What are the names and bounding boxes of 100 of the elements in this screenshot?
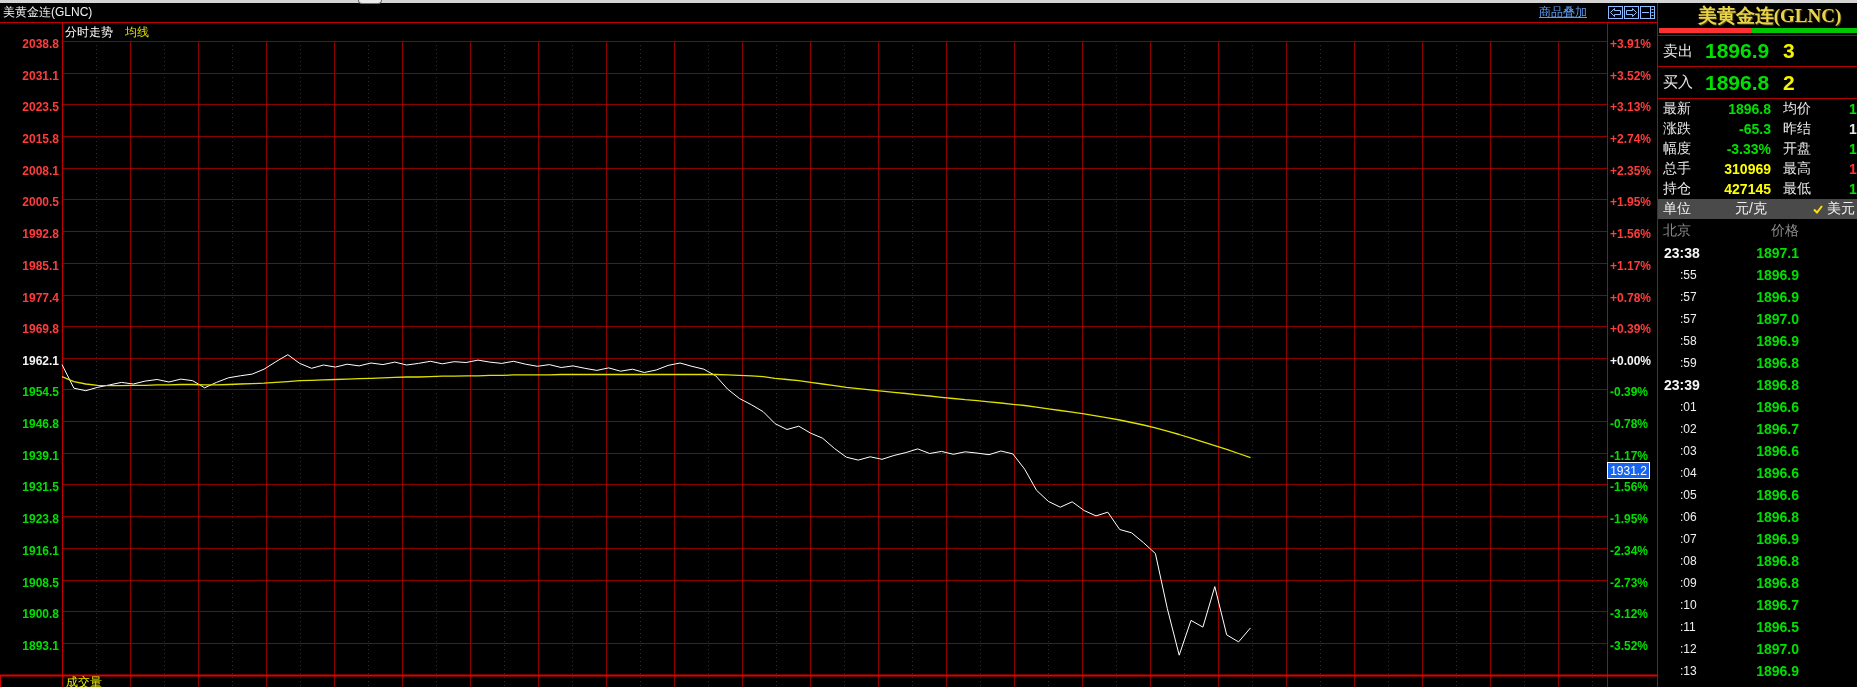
percent-axis-label: +1.95% <box>1610 194 1652 209</box>
percent-axis-label: -1.17% <box>1610 448 1649 463</box>
tick-time: :07 <box>1679 532 1698 546</box>
stat-value: 427145 <box>1723 181 1771 197</box>
stat-label: 开盘 <box>1783 140 1812 158</box>
tick-price: 1896.9 <box>1755 289 1799 305</box>
stat-value: -65.3 <box>1738 121 1771 137</box>
tick-price: 1896.8 <box>1755 355 1799 371</box>
price-axis-label: 1969.8 <box>22 321 59 336</box>
arrow-right-icon[interactable] <box>1624 6 1639 19</box>
percent-axis-label: -1.95% <box>1610 511 1649 526</box>
stat-label: 最高 <box>1783 160 1812 178</box>
book-size: 3 <box>1783 39 1796 63</box>
price-axis-label: 1946.8 <box>22 416 59 431</box>
tick-time: :58 <box>1679 334 1698 348</box>
tick-time: :55 <box>1679 268 1698 282</box>
stat-label: 昨结 <box>1783 120 1812 138</box>
tick-time: :11 <box>1679 620 1697 634</box>
legend-label: 均线 <box>125 25 149 39</box>
percent-axis-label: -0.78% <box>1610 416 1649 431</box>
arrow-left-icon[interactable] <box>1608 6 1623 19</box>
book-price: 1896.8 <box>1705 70 1771 95</box>
instrument-title: 美黄金连(GLNC) <box>1697 3 1842 28</box>
stat-value: 1 <box>1849 161 1857 177</box>
tick-price: 1896.9 <box>1755 333 1799 349</box>
price-axis-label: 1939.1 <box>22 448 59 463</box>
cursor-price-label: 1931.2 <box>1607 462 1650 479</box>
book-price: 1896.9 <box>1705 39 1771 63</box>
tick-time: :03 <box>1679 444 1698 458</box>
percent-axis-label: +3.13% <box>1610 99 1652 114</box>
percent-axis-label: +2.35% <box>1610 163 1652 178</box>
percent-axis-label: -0.39% <box>1610 384 1649 399</box>
tick-price: 1896.9 <box>1755 267 1799 283</box>
book-label: 卖出 <box>1663 41 1694 61</box>
price-axis-label: 1916.1 <box>22 543 59 558</box>
price-axis-label: 2015.8 <box>22 131 59 146</box>
price-axis-label: 1931.5 <box>22 479 59 494</box>
stat-label: 持仓 <box>1663 180 1692 198</box>
tick-price: 1896.8 <box>1755 509 1799 525</box>
tick-time: :06 <box>1679 510 1698 524</box>
column-header: 北京 <box>1663 221 1692 240</box>
tick-price: 1896.6 <box>1755 399 1799 415</box>
stat-value: 1896.8 <box>1727 101 1771 117</box>
percent-axis-label: +2.74% <box>1610 131 1652 146</box>
stat-label: 最新 <box>1663 100 1692 118</box>
tick-price: 1896.8 <box>1755 553 1799 569</box>
tick-time: :57 <box>1679 312 1698 326</box>
column-header: 价格 <box>1770 221 1799 240</box>
tick-time: :02 <box>1679 422 1698 436</box>
percent-axis-label: -3.52% <box>1610 638 1649 653</box>
price-axis-label: 1977.4 <box>22 290 59 305</box>
price-axis-label: 2000.5 <box>22 194 59 209</box>
percent-axis-label: -3.12% <box>1610 606 1649 621</box>
unit-label: 单位 <box>1663 200 1692 218</box>
tick-price: 1896.9 <box>1755 531 1799 547</box>
tick-price: 1896.6 <box>1755 465 1799 481</box>
percent-axis-label: +0.00% <box>1610 353 1652 368</box>
price-axis-label: 1893.1 <box>22 638 59 653</box>
stat-label: 均价 <box>1783 100 1812 118</box>
tick-price: 1896.8 <box>1755 575 1799 591</box>
panel-layout-icon[interactable] <box>1640 6 1655 19</box>
tick-time: :10 <box>1679 598 1698 612</box>
percent-axis-label: +3.91% <box>1610 36 1652 51</box>
price-axis-label: 1954.5 <box>22 384 59 399</box>
tick-time: :12 <box>1679 642 1698 656</box>
percent-axis-label: +1.17% <box>1610 258 1652 273</box>
price-axis-label: 1908.5 <box>22 575 59 590</box>
window-title: 美黄金连(GLNC) <box>3 4 93 21</box>
book-label: 买入 <box>1663 73 1694 92</box>
tick-time: :13 <box>1679 664 1698 678</box>
splitter-handle[interactable] <box>358 0 382 4</box>
tick-time: :01 <box>1679 400 1698 414</box>
overlay-link[interactable]: 商品叠加 <box>1539 4 1587 21</box>
price-axis-label: 1985.1 <box>22 258 59 273</box>
legend-label: 分时走势 <box>65 25 113 39</box>
percent-axis-label: +0.78% <box>1610 290 1652 305</box>
tick-price: 1897.0 <box>1755 311 1799 327</box>
stat-value: 310969 <box>1723 161 1771 177</box>
check-icon <box>1812 204 1823 214</box>
unit-option[interactable]: 美元 <box>1812 200 1855 218</box>
price-axis-label: 1992.8 <box>22 226 59 241</box>
tick-price: 1896.7 <box>1755 421 1799 437</box>
stat-value: 1 <box>1849 101 1857 117</box>
unit-option[interactable]: 元/克 <box>1735 200 1767 218</box>
stat-value: 1 <box>1849 141 1857 157</box>
stat-label: 最低 <box>1783 180 1812 198</box>
percent-axis-label: +1.56% <box>1610 226 1652 241</box>
tick-price: 1896.5 <box>1755 619 1799 635</box>
tick-price: 1896.6 <box>1755 487 1799 503</box>
tick-price: 1896.9 <box>1755 663 1799 679</box>
price-axis-label: 1962.1 <box>22 353 59 368</box>
tick-price: 1897.1 <box>1755 245 1799 261</box>
stat-value: -3.33% <box>1725 141 1771 157</box>
price-axis-label: 2031.1 <box>22 68 59 83</box>
percent-axis-label: +3.52% <box>1610 68 1652 83</box>
percent-axis-label: -1.56% <box>1610 479 1649 494</box>
percent-axis-label: +0.39% <box>1610 321 1652 336</box>
tick-time: :08 <box>1679 554 1698 568</box>
tick-time: :05 <box>1679 488 1698 502</box>
tick-time: 23:38 <box>1663 245 1701 261</box>
